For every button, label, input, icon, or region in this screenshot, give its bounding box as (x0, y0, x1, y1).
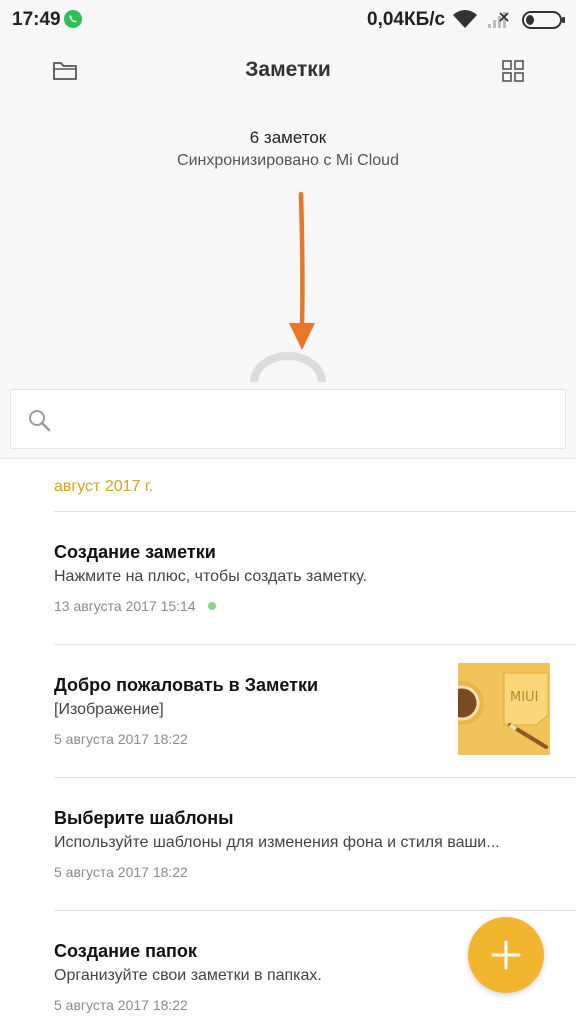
note-preview: [Изображение] (54, 701, 164, 718)
search-box[interactable] (10, 389, 566, 449)
divider (54, 511, 576, 512)
note-title: Создание заметки (54, 542, 216, 562)
note-date: 5 августа 2017 18:22 (54, 731, 188, 747)
signal-icon (488, 12, 509, 28)
refresh-spinner (250, 352, 326, 383)
svg-text:MIUI: MIUI (510, 690, 538, 705)
note-title: Добро пожаловать в Заметки (54, 675, 319, 695)
status-time: 17:49 (12, 9, 61, 30)
grid-view-icon[interactable] (500, 58, 526, 84)
note-preview: Используйте шаблоны для изменения фона и… (54, 834, 500, 851)
wifi-icon (453, 10, 477, 28)
synced-dot-icon (207, 602, 216, 610)
list-item[interactable]: Выберите шаблоны Используйте шаблоны для… (54, 777, 576, 909)
note-preview: Организуйте свои заметки в папках. (54, 967, 322, 984)
page-title: Заметки (245, 58, 331, 81)
add-note-button[interactable] (468, 917, 544, 993)
note-date-text: 13 августа 2017 15:14 (54, 598, 196, 614)
sync-status: Синхронизировано с Mi Cloud (177, 152, 399, 169)
month-header: август 2017 г. (54, 478, 154, 495)
divider (54, 777, 576, 778)
note-title: Выберите шаблоны (54, 808, 234, 828)
divider (0, 458, 576, 459)
battery-icon (522, 11, 565, 29)
status-bar: 17:49 0,04КБ/с (0, 0, 576, 40)
search-icon (29, 410, 51, 432)
note-title: Создание папок (54, 941, 197, 961)
note-date: 5 августа 2017 18:22 (54, 997, 188, 1013)
note-thumbnail: MIUI (458, 663, 550, 755)
list-item[interactable]: Создание заметки Нажмите на плюс, чтобы … (54, 511, 576, 643)
divider (54, 910, 576, 911)
notes-count: 6 заметок (249, 128, 327, 147)
plus-icon (491, 940, 521, 970)
divider (54, 644, 576, 645)
note-preview: Нажмите на плюс, чтобы создать заметку. (54, 568, 367, 585)
list-item[interactable]: Добро пожаловать в Заметки [Изображение]… (54, 644, 576, 776)
arrow-down-icon (289, 191, 315, 350)
search-input[interactable] (63, 400, 553, 440)
whatsapp-icon (64, 10, 82, 28)
note-date: 13 августа 2017 15:14 (54, 598, 216, 614)
note-date: 5 августа 2017 18:22 (54, 864, 188, 880)
network-speed: 0,04КБ/с (367, 9, 446, 30)
